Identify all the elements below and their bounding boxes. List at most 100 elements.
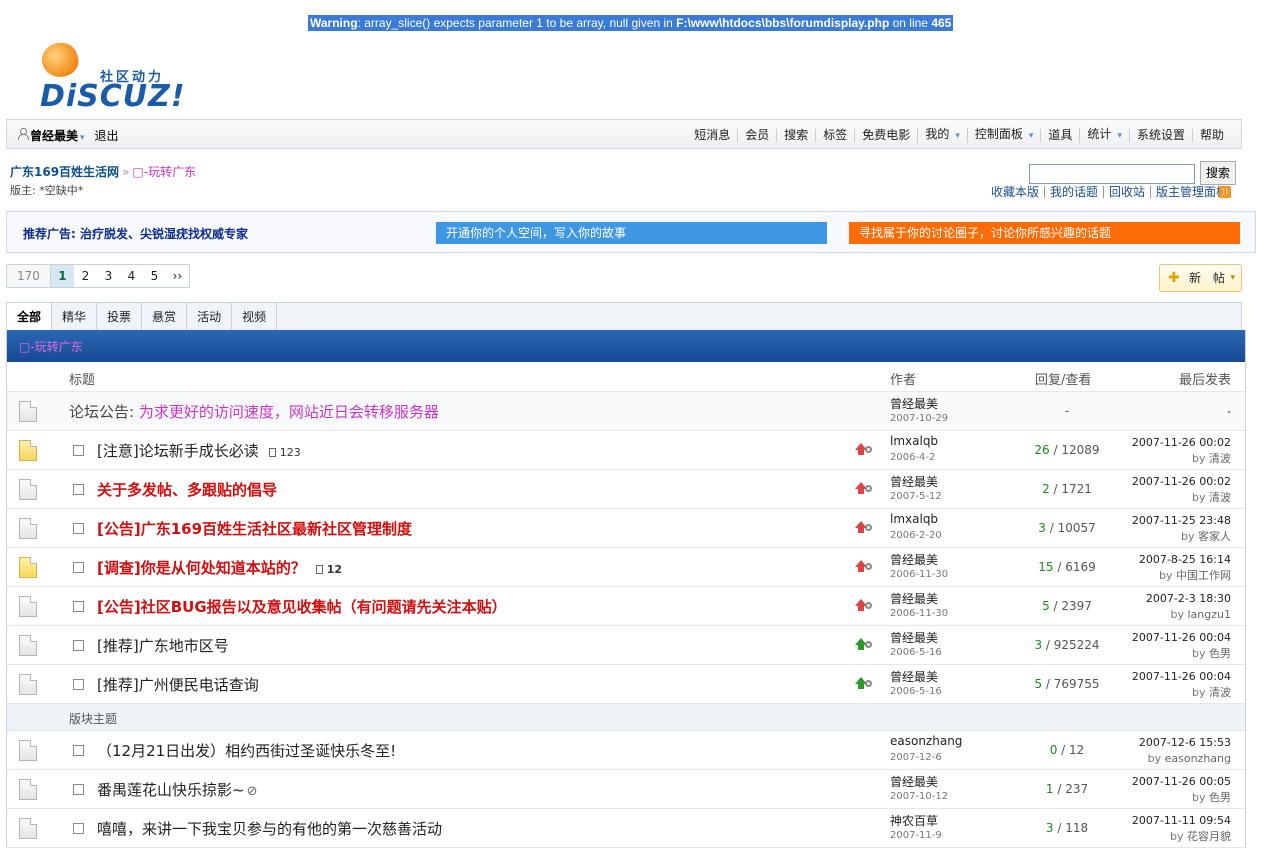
last-post-time[interactable]: 2007-2-3 18:30	[1146, 592, 1231, 605]
nav-item[interactable]: 道具	[1040, 129, 1079, 142]
nav-item[interactable]: 短消息	[687, 129, 737, 142]
last-post-time[interactable]: 2007-8-25 16:14	[1139, 553, 1231, 566]
author-link[interactable]: 神农百草	[890, 812, 938, 829]
new-post-button[interactable]: ✚ 新 帖 ▾	[1159, 264, 1242, 292]
select-checkbox[interactable]	[73, 784, 84, 795]
chevron-down-icon[interactable]: ▾	[1029, 131, 1034, 141]
select-checkbox[interactable]	[73, 484, 84, 495]
last-poster-link[interactable]: easonzhang	[1165, 752, 1231, 765]
ad-text-link[interactable]: 推荐广告: 治疗脱发、尖锐湿疣找权威专家	[23, 225, 248, 242]
last-post-time[interactable]: 2007-11-26 00:05	[1132, 775, 1231, 788]
reply-view-count: 3 / 118	[1045, 821, 1089, 835]
page-link[interactable]: 4	[120, 265, 143, 287]
select-checkbox[interactable]	[73, 601, 84, 612]
thread-title-link[interactable]: [推荐]广东地市区号	[97, 637, 229, 655]
announcement-row: 论坛公告: 为求更好的访问速度，网站近日会转移服务器 曾经最美 2007-10-…	[7, 392, 1245, 431]
tab-filter[interactable]: 活动	[187, 303, 233, 331]
nav-item[interactable]: 系统设置	[1128, 129, 1192, 142]
last-poster-link[interactable]: 客家人	[1198, 530, 1231, 543]
rss-icon[interactable]: ))	[1219, 186, 1231, 198]
last-poster-link[interactable]: 花容月貌	[1187, 830, 1231, 843]
nav-item[interactable]: 帮助	[1191, 129, 1231, 142]
search-input[interactable]	[1029, 164, 1195, 184]
thread-title-link[interactable]: [调查]你是从何处知道本站的？	[97, 559, 306, 577]
author-link[interactable]: 曾经最美	[890, 551, 938, 568]
chevron-down-icon[interactable]: ▾	[1117, 131, 1122, 141]
author-link[interactable]: 曾经最美	[890, 629, 938, 646]
tab-filter[interactable]: 全部	[7, 303, 53, 331]
last-post-time[interactable]: 2007-12-6 15:53	[1139, 736, 1231, 749]
nav-item[interactable]: 统计 ▾	[1079, 128, 1129, 143]
chevron-down-icon[interactable]: ▾	[955, 131, 960, 141]
thread-page-link[interactable]: 2	[334, 563, 342, 576]
select-checkbox[interactable]	[73, 823, 84, 834]
last-poster-link[interactable]: 中国工作网	[1176, 569, 1231, 582]
thread-title-link[interactable]: 番禺莲花山快乐掠影~	[97, 781, 245, 799]
last-poster-link[interactable]: 清波	[1209, 686, 1231, 699]
nav-item[interactable]: 控制面板 ▾	[966, 128, 1041, 143]
thread-title-link[interactable]: [公告]社区BUG报告以及意见收集帖（有问题请先关注本贴）	[97, 598, 507, 616]
author-link[interactable]: easonzhang	[890, 734, 962, 748]
tab-filter[interactable]: 视频	[232, 303, 278, 331]
logout-link[interactable]: 退出	[95, 127, 119, 144]
page-link[interactable]: 5	[143, 265, 166, 287]
nav-item[interactable]: 搜索	[776, 129, 815, 142]
select-checkbox[interactable]	[73, 745, 84, 756]
ad-circle-banner[interactable]: 寻找属于你的讨论圈子，讨论你所感兴趣的话题	[849, 222, 1240, 244]
last-poster-link[interactable]: 色男	[1209, 647, 1231, 660]
nav-item[interactable]: 标签	[815, 129, 854, 142]
author-link[interactable]: 曾经最美	[890, 473, 938, 490]
last-post-time[interactable]: 2007-11-26 00:02	[1132, 475, 1231, 488]
page-link[interactable]: 3	[97, 265, 120, 287]
last-poster-link[interactable]: 清波	[1209, 491, 1231, 504]
page-link[interactable]: 1	[50, 265, 74, 287]
select-checkbox[interactable]	[73, 562, 84, 573]
tab-filter[interactable]: 精华	[52, 303, 98, 331]
thread-page-link[interactable]: 2	[287, 446, 294, 459]
author-link[interactable]: lmxalqb	[890, 512, 938, 526]
tab-filter[interactable]: 悬赏	[142, 303, 188, 331]
author-link[interactable]: lmxalqb	[890, 434, 938, 448]
page-link[interactable]: ››	[166, 265, 189, 287]
last-post-time[interactable]: 2007-11-26 00:04	[1132, 670, 1231, 683]
nav-item[interactable]: 我的 ▾	[917, 128, 967, 143]
author-link[interactable]: 曾经最美	[890, 773, 938, 790]
thread-title-link[interactable]: （12月21日出发）相约西街过圣诞快乐冬至!	[97, 742, 396, 760]
nav-item[interactable]: 免费电影	[854, 129, 917, 142]
tool-link[interactable]: 回收站	[1102, 186, 1150, 198]
author-link[interactable]: 曾经最美	[890, 395, 938, 412]
last-post-time[interactable]: 2007-11-11 09:54	[1132, 814, 1231, 827]
tool-link[interactable]: 收藏本版	[986, 186, 1044, 198]
thread-page-link[interactable]: 3	[294, 446, 301, 459]
select-checkbox[interactable]	[73, 523, 84, 534]
thread-title-link[interactable]: [注意]论坛新手成长必读	[97, 442, 259, 460]
breadcrumb-forum[interactable]: □-玩转广东	[132, 165, 196, 179]
breadcrumb-home[interactable]: 广东169百姓生活网	[10, 165, 119, 179]
thread-title-link[interactable]: 关于多发帖、多跟贴的倡导	[97, 481, 277, 499]
page-link[interactable]: 2	[74, 265, 97, 287]
select-checkbox[interactable]	[73, 679, 84, 690]
last-poster-link[interactable]: 清波	[1209, 452, 1231, 465]
user-menu[interactable]: 曾经最美 ▾	[17, 127, 85, 144]
select-checkbox[interactable]	[73, 445, 84, 456]
last-poster-link[interactable]: langzu1	[1188, 608, 1232, 621]
thread-title-link[interactable]: [推荐]广州便民电话查询	[97, 676, 259, 694]
search-button[interactable]: 搜索	[1200, 161, 1236, 185]
last-post-time[interactable]: 2007-11-26 00:02	[1132, 436, 1231, 449]
ad-space-banner[interactable]: 开通你的个人空间，写入你的故事	[436, 222, 827, 244]
nav-item[interactable]: 会员	[737, 129, 776, 142]
discuz-logo[interactable]: 社区动力 DiSCUZ!	[38, 38, 188, 115]
author-link[interactable]: 曾经最美	[890, 590, 938, 607]
tool-link[interactable]: 我的话题	[1043, 186, 1103, 198]
select-checkbox[interactable]	[73, 640, 84, 651]
thread-title-link[interactable]: [公告]广东169百姓生活社区最新社区管理制度	[97, 520, 412, 538]
announcement-link[interactable]: 为求更好的访问速度，网站近日会转移服务器	[139, 403, 439, 421]
last-post-time[interactable]: 2007-11-25 23:48	[1132, 514, 1231, 527]
board-title[interactable]: □-玩转广东	[7, 330, 1245, 362]
last-poster-link[interactable]: 色男	[1209, 791, 1231, 804]
thread-page-link[interactable]: 1	[280, 446, 287, 459]
last-post-time[interactable]: 2007-11-26 00:04	[1132, 631, 1231, 644]
thread-title-link[interactable]: 嘻嘻，来讲一下我宝贝参与的有他的第一次慈善活动	[97, 820, 442, 838]
author-link[interactable]: 曾经最美	[890, 668, 938, 685]
tab-filter[interactable]: 投票	[97, 303, 143, 331]
